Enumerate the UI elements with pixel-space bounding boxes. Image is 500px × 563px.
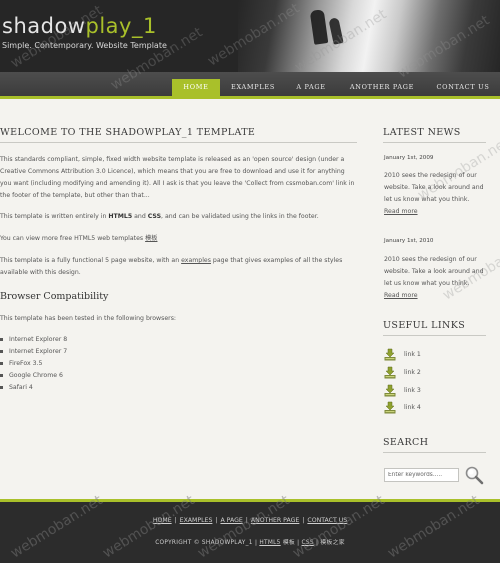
css-validator-link[interactable]: CSS [302, 540, 314, 546]
footer-menu: HOME | EXAMPLES | A PAGE | ANOTHER PAGE … [152, 517, 348, 524]
news-date: January 1st, 2009 [384, 155, 434, 161]
header: shadowplay_1 Simple. Contemporary. Websi… [0, 0, 500, 72]
read-more-link[interactable]: Read more [384, 292, 418, 299]
site-slogan: Simple. Contemporary. Website Template [2, 41, 167, 50]
download-arrow-icon [384, 348, 396, 361]
search-input[interactable] [384, 468, 459, 482]
footer-link-contact-us[interactable]: CONTACT US [307, 517, 347, 524]
news-text: 2010 sees the redesign of our website. T… [384, 172, 484, 203]
html5-paragraph: This template is written entirely in HTM… [0, 211, 356, 223]
list-item: Google Chrome 6 [0, 370, 67, 382]
useful-links-heading: USEFUL LINKS [383, 320, 466, 331]
logo-text-part2: play_1 [85, 14, 157, 38]
list-item: Safari 4 [0, 382, 67, 394]
download-arrow-icon [384, 401, 396, 414]
five-page-paragraph-text: This template is a fully functional 5 pa… [0, 257, 182, 264]
news-date: January 1st, 2010 [384, 238, 434, 244]
nav-item-a-page[interactable]: A PAGE [288, 79, 334, 96]
footer [0, 499, 500, 563]
footer-link-another-page[interactable]: ANOTHER PAGE [251, 517, 300, 524]
search-divider [383, 452, 486, 453]
templates-link[interactable]: 模板 [145, 235, 157, 242]
copyright: COPYRIGHT © SHADOWPLAY_1 | HTML5 模板 | CS… [0, 537, 500, 546]
html5-keyword: HTML5 [108, 213, 133, 220]
useful-links-divider [383, 335, 486, 336]
footer-link-a-page[interactable]: A PAGE [220, 517, 242, 524]
content-title-divider [0, 142, 357, 143]
copyright-text: COPYRIGHT © SHADOWPLAY_1 | [155, 540, 260, 546]
copyright-end: | 模板之家 [313, 540, 345, 546]
intro-paragraph: This standards compliant, simple, fixed … [0, 156, 355, 199]
html5-paragraph-text: This template is written entirely in [0, 213, 109, 220]
compat-intro: This template has been tested in the fol… [0, 315, 177, 322]
list-item: FireFox 3.5 [0, 358, 67, 370]
latest-news-heading: LATEST NEWS [383, 127, 461, 138]
logo-text-part1: shadow [2, 14, 86, 38]
read-more-link[interactable]: Read more [384, 208, 418, 215]
copyright-mid: 模板 | [280, 540, 302, 546]
link-1[interactable]: link 1 [404, 351, 421, 358]
footer-link-home[interactable]: HOME [153, 517, 172, 524]
nav-item-contact-us[interactable]: CONTACT US [430, 79, 496, 96]
footer-link-examples[interactable]: EXAMPLES [180, 517, 213, 524]
list-item: Internet Explorer 8 [0, 334, 67, 346]
header-photo [238, 0, 500, 72]
five-page-paragraph: This template is a fully functional 5 pa… [0, 255, 356, 279]
html5-validator-link[interactable]: HTML5 [259, 540, 280, 546]
news-text: 2010 sees the redesign of our website. T… [384, 256, 484, 287]
css-keyword: CSS [147, 213, 162, 220]
main-menu: HOME EXAMPLES A PAGE ANOTHER PAGE CONTAC… [0, 79, 500, 97]
templates-paragraph: You can view more free HTML5 web templat… [0, 233, 356, 245]
link-2[interactable]: link 2 [404, 369, 421, 376]
list-item: Internet Explorer 7 [0, 346, 67, 358]
templates-paragraph-text: You can view more free HTML5 web templat… [0, 235, 146, 242]
news-item: 2010 sees the redesign of our website. T… [384, 254, 488, 302]
download-arrow-icon [384, 384, 396, 397]
nav-item-home[interactable]: HOME [172, 79, 220, 96]
search-heading: SEARCH [383, 437, 429, 448]
browser-compatibility-heading: Browser Compatibility [0, 291, 109, 302]
news-item: 2010 sees the redesign of our website. T… [384, 170, 488, 218]
browser-list: Internet Explorer 8 Internet Explorer 7 … [0, 334, 67, 394]
html5-paragraph-and: and [132, 213, 148, 220]
search-icon[interactable] [464, 465, 484, 485]
nav-item-another-page[interactable]: ANOTHER PAGE [346, 79, 418, 96]
download-arrow-icon [384, 366, 396, 379]
html5-paragraph-rest: , and can be validated using the links i… [161, 213, 319, 220]
link-4[interactable]: link 4 [404, 404, 421, 411]
nav-item-examples[interactable]: EXAMPLES [226, 79, 280, 96]
link-3[interactable]: link 3 [404, 387, 421, 394]
content-title: WELCOME TO THE SHADOWPLAY_1 TEMPLATE [0, 127, 256, 138]
site-logo[interactable]: shadowplay_1 [2, 14, 157, 38]
examples-link[interactable]: examples [181, 257, 211, 264]
latest-news-divider [383, 142, 486, 143]
